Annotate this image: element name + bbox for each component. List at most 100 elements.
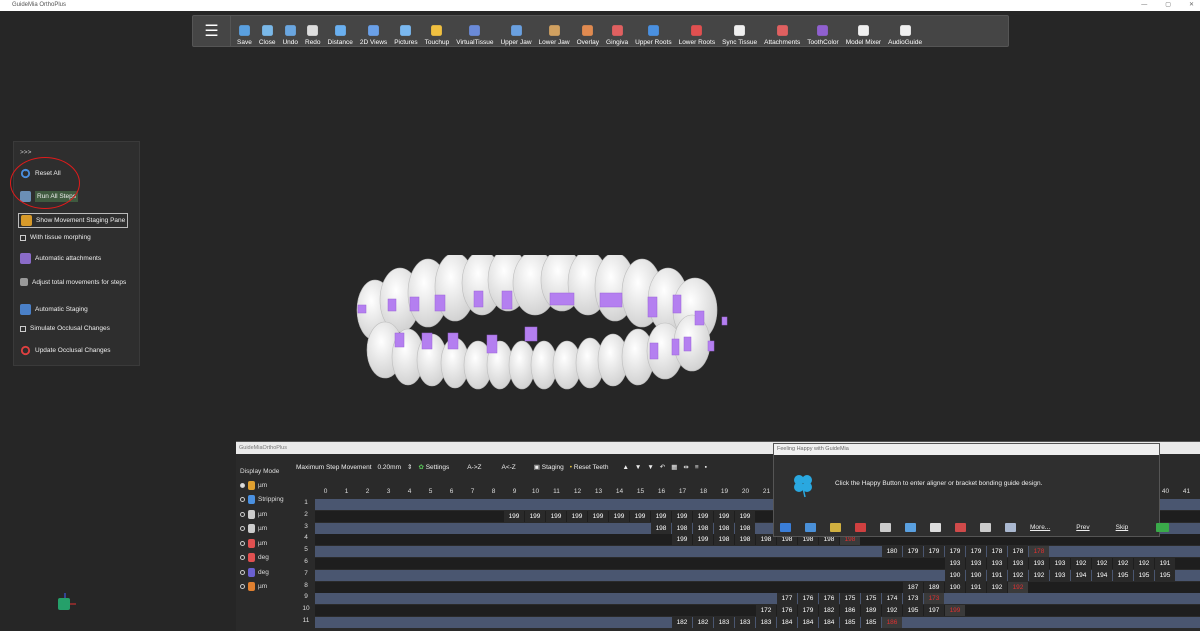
staging-cell[interactable]: 179 bbox=[945, 546, 965, 558]
staging-cell[interactable]: 192 bbox=[1092, 558, 1112, 569]
staging-cell[interactable]: 199 bbox=[672, 510, 692, 522]
scan-icon[interactable] bbox=[905, 523, 916, 532]
options-icon[interactable]: ▪ bbox=[705, 464, 707, 471]
staging-cell[interactable]: 178 bbox=[1008, 546, 1028, 558]
staging-cell[interactable]: 178 bbox=[987, 546, 1007, 558]
staging-cell[interactable]: 182 bbox=[693, 617, 713, 628]
auto-attachments-button[interactable]: Automatic attachments bbox=[20, 253, 101, 264]
2d-views-button[interactable]: 2D Views bbox=[357, 16, 390, 46]
auto-staging-button[interactable]: Automatic Staging bbox=[20, 304, 88, 315]
display-mode-option[interactable]: deg bbox=[240, 551, 298, 566]
radio-selected-icon[interactable] bbox=[240, 482, 245, 488]
staging-cell[interactable]: 173 bbox=[903, 593, 923, 605]
staging-cell[interactable]: 199 bbox=[714, 510, 734, 522]
dental-model-3d[interactable] bbox=[350, 255, 735, 390]
staging-cell[interactable]: 180 bbox=[882, 546, 902, 558]
staging-cell[interactable]: 183 bbox=[756, 617, 776, 628]
skip-link[interactable]: Skip bbox=[1116, 524, 1129, 531]
staging-cell[interactable]: 191 bbox=[987, 569, 1007, 581]
staging-cell[interactable]: 173 bbox=[924, 593, 944, 605]
tools-icon[interactable] bbox=[830, 523, 841, 532]
staging-cell[interactable]: 189 bbox=[924, 581, 944, 593]
radio-icon[interactable] bbox=[240, 569, 245, 575]
staging-cell[interactable]: 177 bbox=[777, 593, 797, 605]
staging-cell[interactable]: 198 bbox=[651, 522, 671, 534]
staging-cell[interactable]: 198 bbox=[714, 534, 734, 546]
radio-icon[interactable] bbox=[240, 511, 245, 517]
reset-teeth-button[interactable]: • Reset Teeth bbox=[570, 464, 609, 471]
staging-cell[interactable]: 192 bbox=[1008, 569, 1028, 581]
staging-cell[interactable]: 199 bbox=[525, 510, 545, 522]
gingiva-button[interactable]: Gingiva bbox=[603, 16, 631, 46]
sync-tissue-button[interactable]: Sync Tissue bbox=[719, 16, 760, 46]
staging-cell[interactable]: 192 bbox=[1134, 558, 1154, 569]
staging-cell[interactable]: 186 bbox=[882, 617, 902, 628]
staging-cell[interactable]: 185 bbox=[861, 617, 881, 628]
aligner-icon[interactable] bbox=[855, 523, 866, 532]
triangle-down-icon[interactable]: ▼ bbox=[635, 464, 641, 471]
adjust-total-movements-button[interactable]: Adjust total movements for steps bbox=[20, 278, 126, 286]
staging-cell[interactable]: 184 bbox=[798, 617, 818, 628]
staging-cell[interactable]: 199 bbox=[609, 510, 629, 522]
display-mode-option[interactable]: µm bbox=[240, 522, 298, 537]
staging-cell[interactable]: 193 bbox=[1029, 558, 1049, 569]
staging-cell[interactable]: 199 bbox=[945, 605, 965, 617]
clover-icon[interactable] bbox=[792, 472, 814, 498]
staging-cell[interactable]: 179 bbox=[903, 546, 923, 558]
touchup-button[interactable]: Touchup bbox=[422, 16, 453, 46]
staging-cell[interactable]: 176 bbox=[777, 605, 797, 617]
bank-icon[interactable] bbox=[980, 523, 991, 532]
staging-cell[interactable]: 199 bbox=[693, 510, 713, 522]
update-occlusal-button[interactable]: Update Occlusal Changes bbox=[20, 345, 111, 356]
display-mode-option[interactable]: Stripping bbox=[240, 493, 298, 508]
radio-icon[interactable] bbox=[240, 526, 245, 532]
staging-cell[interactable]: 179 bbox=[924, 546, 944, 558]
tooth-icon[interactable] bbox=[880, 523, 891, 532]
undo-button[interactable]: Undo bbox=[279, 16, 301, 46]
staging-cell[interactable]: 187 bbox=[903, 581, 923, 593]
staging-cell[interactable]: 186 bbox=[840, 605, 860, 617]
staging-cell[interactable]: 182 bbox=[672, 617, 692, 628]
image-icon[interactable] bbox=[805, 523, 816, 532]
radio-icon[interactable] bbox=[240, 540, 245, 546]
staging-cell[interactable]: 189 bbox=[861, 605, 881, 617]
staging-button[interactable]: ▣ Staging bbox=[534, 463, 564, 471]
implant-icon[interactable] bbox=[955, 523, 966, 532]
radio-icon[interactable] bbox=[240, 555, 245, 561]
staging-cell[interactable]: 185 bbox=[840, 617, 860, 628]
staging-cell[interactable]: 179 bbox=[966, 546, 986, 558]
more-link[interactable]: More... bbox=[1030, 524, 1050, 531]
staging-cell[interactable]: 191 bbox=[966, 581, 986, 593]
staging-cell[interactable]: 199 bbox=[504, 510, 524, 522]
display-mode-option[interactable]: deg bbox=[240, 565, 298, 580]
staging-cell[interactable]: 184 bbox=[777, 617, 797, 628]
staging-cell[interactable]: 190 bbox=[945, 581, 965, 593]
minimize-icon[interactable]: — bbox=[1141, 0, 1147, 11]
staging-cell[interactable]: 193 bbox=[1050, 558, 1070, 569]
lower-roots-button[interactable]: Lower Roots bbox=[676, 16, 719, 46]
prev-link[interactable]: Prev bbox=[1076, 524, 1089, 531]
undo-icon[interactable]: ↶ bbox=[660, 463, 665, 471]
staging-cell[interactable]: 192 bbox=[882, 605, 902, 617]
staging-cell[interactable]: 199 bbox=[546, 510, 566, 522]
staging-cell[interactable]: 199 bbox=[672, 534, 692, 546]
staging-cell[interactable]: 179 bbox=[798, 605, 818, 617]
attachments-button[interactable]: Attachments bbox=[761, 16, 803, 46]
save-button[interactable]: Save bbox=[234, 16, 255, 46]
staging-cell[interactable]: 193 bbox=[987, 558, 1007, 569]
virtualtissue-button[interactable]: VirtualTissue bbox=[453, 16, 496, 46]
staging-cell[interactable]: 195 bbox=[1113, 569, 1133, 581]
staging-cell[interactable]: 193 bbox=[966, 558, 986, 569]
staging-cell[interactable]: 183 bbox=[735, 617, 755, 628]
staging-cell[interactable]: 175 bbox=[861, 593, 881, 605]
expand-panel-button[interactable]: >>> bbox=[20, 149, 31, 156]
staging-cell[interactable]: 199 bbox=[651, 510, 671, 522]
show-movement-staging-button[interactable]: Show Movement Staging Pane bbox=[18, 213, 129, 228]
staging-cell[interactable]: 199 bbox=[588, 510, 608, 522]
maximize-icon[interactable]: ▢ bbox=[1165, 0, 1171, 11]
staging-cell[interactable]: 190 bbox=[945, 569, 965, 581]
staging-cell[interactable]: 195 bbox=[1155, 569, 1175, 581]
staging-cell[interactable]: 176 bbox=[819, 593, 839, 605]
close-window-icon[interactable]: ✕ bbox=[1189, 0, 1194, 11]
staging-cell[interactable]: 199 bbox=[567, 510, 587, 522]
